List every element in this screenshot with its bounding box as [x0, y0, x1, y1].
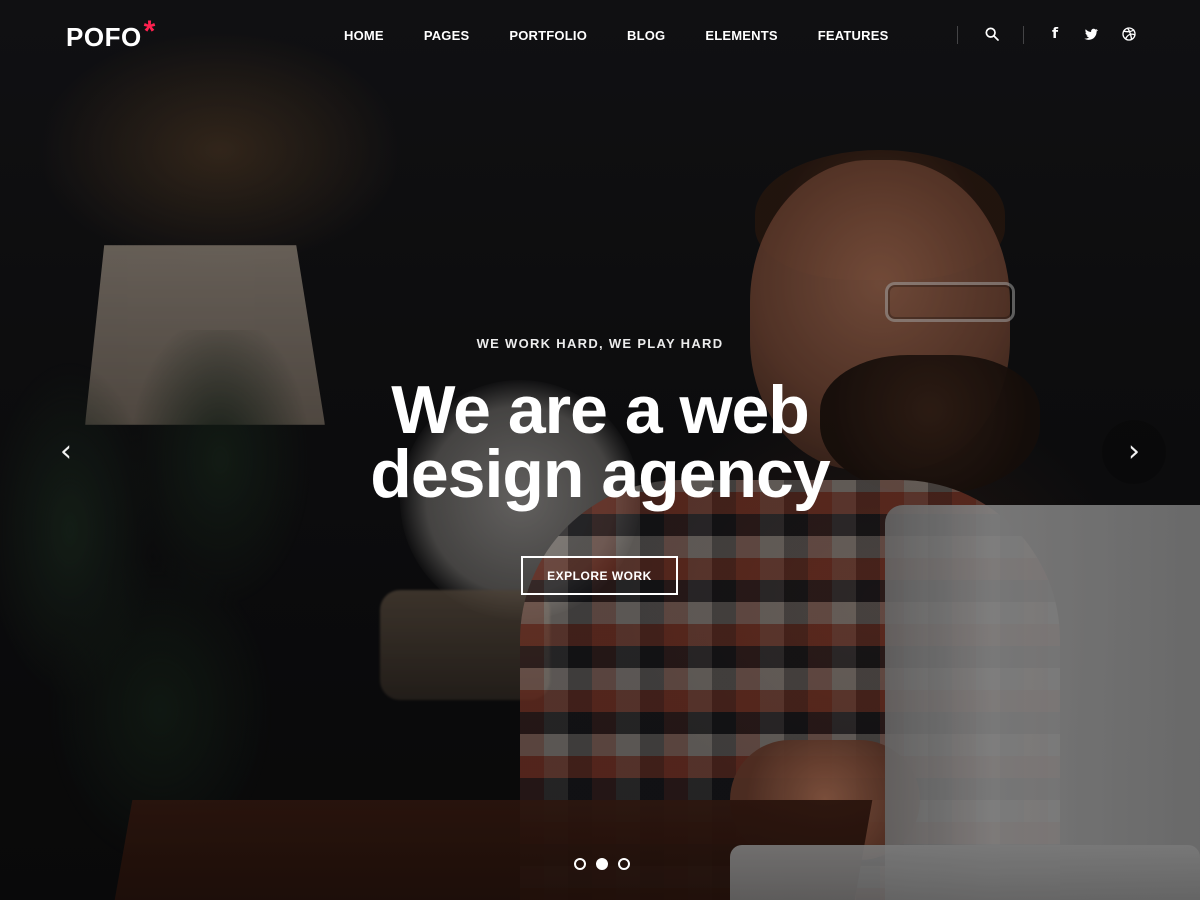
facebook-glyph: f [1051, 26, 1059, 42]
nav-blog[interactable]: BLOG [627, 28, 665, 43]
search-icon[interactable] [982, 24, 1002, 44]
logo[interactable]: POFO * [66, 15, 156, 53]
hero-headline-line-1: We are a web [391, 372, 810, 448]
slider-prev-button[interactable]: ‹ [34, 420, 98, 484]
slider-dot-2[interactable] [596, 858, 608, 870]
dribbble-icon-svg [1122, 27, 1136, 41]
nav-pages[interactable]: PAGES [424, 28, 470, 43]
logo-text: POFO [66, 22, 142, 52]
logo-mark: * [143, 15, 156, 48]
nav-elements[interactable]: ELEMENTS [705, 28, 777, 43]
hero-headline-line-2: design agency [370, 436, 830, 512]
site-header: POFO * HOME PAGES PORTFOLIO BLOG ELEMENT… [0, 0, 1200, 72]
slider-dot-1[interactable] [574, 858, 586, 870]
facebook-icon[interactable]: f [1045, 24, 1065, 44]
twitter-icon[interactable] [1081, 24, 1101, 44]
slider-next-button[interactable]: › [1102, 420, 1166, 484]
nav-features[interactable]: FEATURES [818, 28, 889, 43]
nav-home[interactable]: HOME [344, 28, 384, 43]
chevron-right-icon: › [1128, 434, 1140, 469]
twitter-icon-svg [1084, 28, 1098, 40]
hero-kicker: WE WORK HARD, WE PLAY HARD [476, 336, 724, 351]
dribbble-icon[interactable] [1119, 24, 1139, 44]
slider-dot-3[interactable] [618, 858, 630, 870]
explore-work-button[interactable]: EXPLORE WORK [521, 556, 678, 595]
search-icon-svg [985, 27, 999, 41]
chevron-left-icon: ‹ [60, 434, 72, 469]
nav-portfolio[interactable]: PORTFOLIO [509, 28, 587, 43]
slider-dots [574, 857, 630, 871]
header-separator [1023, 26, 1024, 44]
hero-headline: We are a web design agency [250, 372, 950, 512]
header-separator [957, 26, 958, 44]
main-nav: HOME PAGES PORTFOLIO BLOG ELEMENTS FEATU… [344, 28, 888, 43]
